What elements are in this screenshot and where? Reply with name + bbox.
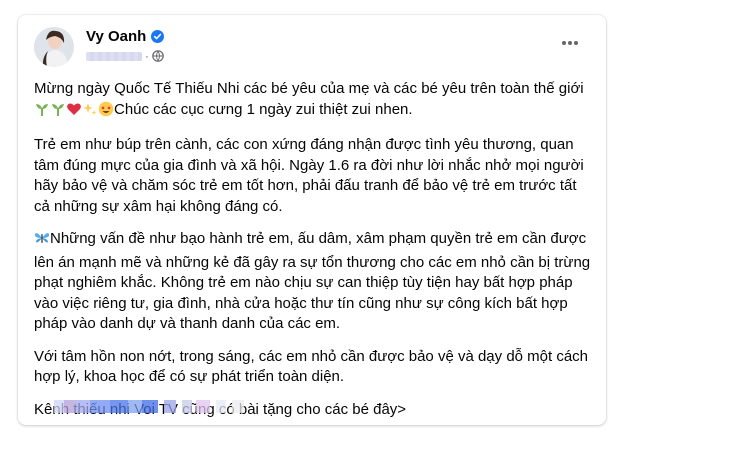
- wishes-text: Chúc các cục cưng 1 ngày zui thiệt zui n…: [114, 100, 413, 118]
- obscured-link-segment: [110, 400, 128, 413]
- avatar[interactable]: [34, 27, 74, 67]
- obscured-link-segment: [164, 400, 176, 413]
- butterfly-icon: [34, 230, 50, 253]
- seedling-icon: [34, 101, 50, 124]
- timestamp-obscured[interactable]: [86, 51, 142, 61]
- obscured-link-segment: [128, 400, 142, 413]
- obscured-link-segment: [142, 400, 158, 413]
- meta-separator: ·: [145, 49, 149, 63]
- post-header: Vy Oanh ·: [18, 15, 606, 77]
- obscured-link-segment: [216, 400, 226, 413]
- more-options-button[interactable]: [556, 33, 584, 53]
- more-horizontal-icon: [562, 41, 578, 45]
- greeting-text: Mừng ngày Quốc Tế Thiếu Nhi các bé yêu c…: [34, 80, 584, 97]
- paragraph-protection: Những vấn đề như bạo hành trẻ em, ấu dâm…: [34, 229, 592, 335]
- verified-badge-icon: [151, 30, 165, 43]
- obscured-link-segment: [232, 400, 244, 413]
- sparkles-icon: [82, 101, 98, 124]
- obscured-link-segment: [64, 400, 76, 413]
- obscured-link-segment: [76, 400, 90, 413]
- obscured-link-segment: [196, 400, 210, 413]
- seedling-icon: [50, 101, 66, 124]
- post-meta: ·: [86, 49, 164, 63]
- heart-eyes-face-icon: [98, 101, 114, 124]
- avatar-photo-icon: [34, 27, 74, 67]
- author-row: Vy Oanh: [86, 28, 165, 45]
- post-text: Mừng ngày Quốc Tế Thiếu Nhi các bé yêu c…: [34, 79, 592, 425]
- globe-icon[interactable]: [152, 50, 164, 62]
- heart-icon: [66, 101, 82, 124]
- facebook-post: Vy Oanh · Mừng ngày Quốc Tế Thiếu Nhi cá…: [18, 15, 606, 425]
- paragraph-greeting: Mừng ngày Quốc Tế Thiếu Nhi các bé yêu c…: [34, 79, 592, 123]
- protection-text: Những vấn đề như bạo hành trẻ em, ấu dâm…: [34, 230, 591, 332]
- obscured-link-segment: [90, 400, 110, 413]
- author-name[interactable]: Vy Oanh: [86, 28, 146, 45]
- obscured-link-segment: [182, 400, 192, 413]
- paragraph-children: Trẻ em như búp trên cành, các con xứng đ…: [34, 136, 584, 215]
- paragraph-education: Với tâm hồn non nớt, trong sáng, các em …: [34, 347, 589, 386]
- obscured-link[interactable]: [54, 400, 250, 413]
- obscured-link-segment: [54, 400, 64, 413]
